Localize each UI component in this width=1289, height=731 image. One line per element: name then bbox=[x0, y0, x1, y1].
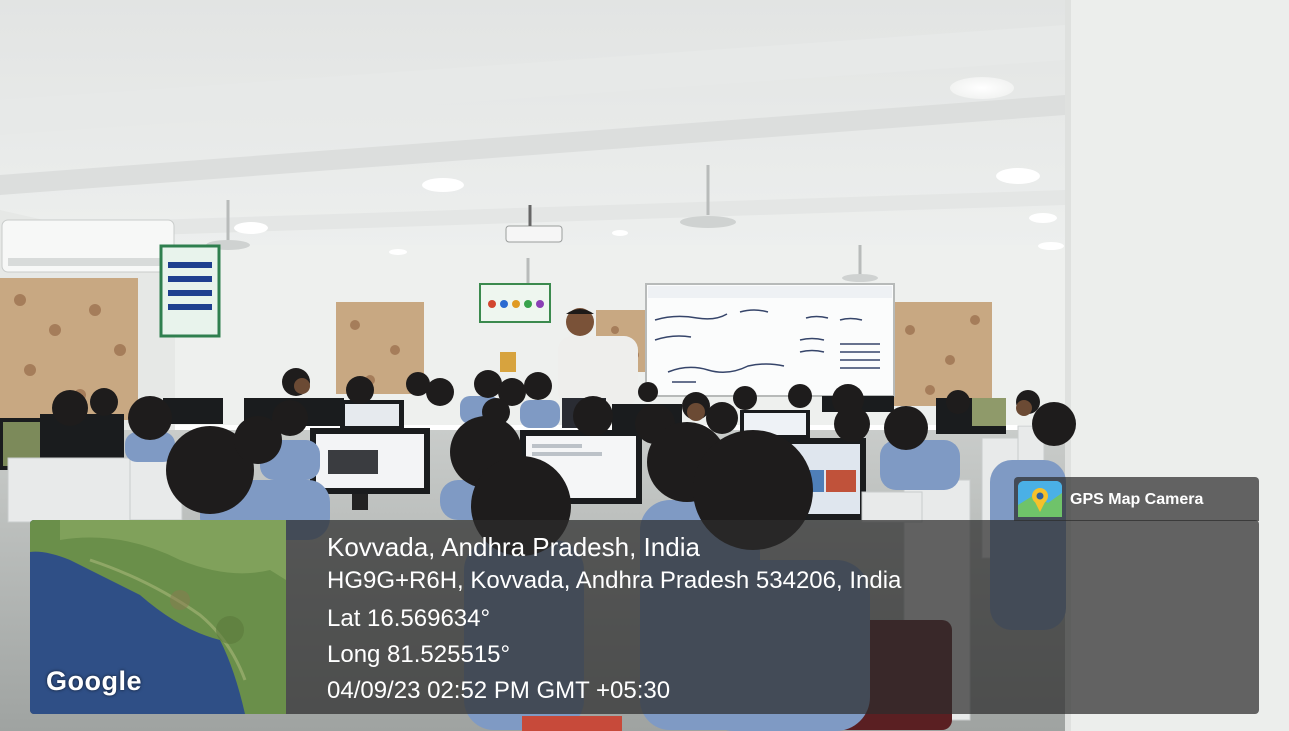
gps-map-camera-label: GPS Map Camera bbox=[1070, 491, 1204, 508]
map-pin-icon bbox=[1018, 481, 1062, 517]
gps-map-camera-badge: GPS Map Camera bbox=[1014, 477, 1259, 521]
latitude-readout: Lat 16.569634° bbox=[327, 605, 491, 632]
longitude-readout: Long 81.525515° bbox=[327, 641, 511, 668]
location-map-thumbnail: Google bbox=[30, 520, 286, 714]
location-address: HG9G+R6H, Kovvada, Andhra Pradesh 534206… bbox=[327, 567, 902, 594]
location-place-name: Kovvada, Andhra Pradesh, India bbox=[327, 532, 700, 562]
google-map-attribution: Google bbox=[46, 666, 142, 696]
capture-datetime: 04/09/23 02:52 PM GMT +05:30 bbox=[327, 677, 671, 704]
